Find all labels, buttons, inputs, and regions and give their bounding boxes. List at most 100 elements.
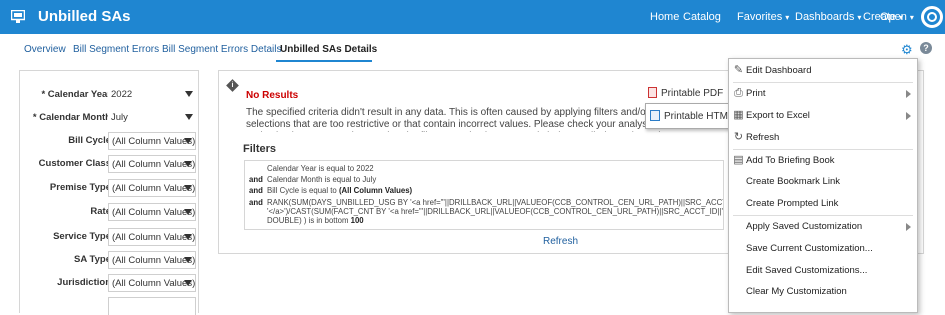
filter-row: DOUBLE) ) is in bottom 100 [267, 216, 364, 225]
dashboard-logo-icon [11, 10, 25, 23]
printable-pdf-link[interactable]: Printable PDF [648, 87, 723, 99]
select-value: (All Column Values) [112, 183, 196, 194]
submenu-arrow-icon [906, 223, 911, 231]
user-account-icon[interactable] [921, 6, 943, 28]
prompt-label: Service Type [53, 231, 111, 242]
dropdown-arrow-icon [184, 161, 192, 167]
pdf-icon [648, 87, 657, 98]
select-value: 2022 [111, 89, 133, 100]
prompt-label: * Calendar Year [41, 89, 111, 100]
menu-item-label: Edit Dashboard [746, 65, 812, 76]
tab-bill-segment-errors[interactable]: Bill Segment Errors [73, 44, 159, 55]
refresh-link[interactable]: Refresh [543, 236, 578, 247]
prompt-jurisdiction: Jurisdiction (All Column Values) [20, 273, 200, 293]
calendar-month-select[interactable]: July [108, 109, 196, 127]
submenu-arrow-icon [906, 112, 911, 120]
menu-item-label: Create Prompted Link [746, 198, 839, 209]
menu-item-refresh[interactable]: ↻ Refresh [729, 128, 917, 148]
prompt-label: Customer Class [38, 158, 111, 169]
tab-bill-segment-errors-details[interactable]: Bill Segment Errors Details [162, 44, 281, 55]
prompt-label: Premise Type [49, 182, 111, 193]
nav-favorites-menu[interactable]: Favorites ▾ [737, 11, 789, 23]
tab-overview[interactable]: Overview [24, 44, 66, 55]
filter-row: and RANK(SUM(DAYS_UNBILLED_USG BY '<a hre… [249, 198, 724, 207]
dropdown-arrow-icon [184, 138, 192, 144]
printer-icon: ⎙ [734, 87, 743, 99]
menu-separator [733, 82, 913, 83]
menu-item-clear-my-customization[interactable]: Clear My Customization [729, 282, 917, 302]
submenu-arrow-icon [906, 90, 911, 98]
filter-row: Calendar Year is equal to 2022 [249, 164, 374, 173]
filter-conjunction: and [249, 175, 263, 184]
prompt-label: SA Type [74, 254, 111, 265]
nav-open-menu-visible[interactable]: Open ▾ [880, 11, 914, 23]
prompt-label: * Calendar Month [32, 112, 111, 123]
prompt-sa-type: SA Type (All Column Values) [20, 250, 200, 270]
select-value: (All Column Values) [112, 136, 196, 147]
menu-item-label: Apply Saved Customization [746, 221, 863, 232]
chevron-down-icon: ▾ [857, 13, 862, 22]
select-value: (All Column Values) [112, 232, 196, 243]
prompt-service-type: Service Type (All Column Values) [20, 227, 200, 247]
menu-separator [733, 149, 913, 150]
printable-html-menu-item[interactable]: Printable HTML [645, 103, 734, 129]
menu-item-label: Refresh [746, 132, 780, 143]
app-title: Unbilled SAs [38, 8, 131, 25]
filter-conjunction: and [249, 186, 263, 195]
menu-item-label: Create Bookmark Link [746, 176, 840, 187]
select-value: (All Column Values) [112, 159, 196, 170]
premise-type-select[interactable]: (All Column Values) [108, 179, 196, 197]
menu-separator [733, 215, 913, 216]
bill-cycle-select[interactable]: (All Column Values) [108, 132, 196, 150]
menu-item-create-prompted-link[interactable]: Create Prompted Link [729, 194, 917, 214]
filter-conjunction: and [249, 198, 263, 207]
printable-html-label: Printable HTML [664, 111, 734, 122]
menu-item-print[interactable]: ⎙ Print [729, 84, 917, 104]
menu-item-label: Clear My Customization [746, 286, 847, 297]
prompt-customer-class: Customer Class (All Column Values) [20, 154, 200, 174]
filter-text: Bill Cycle is equal to [267, 186, 339, 195]
prompt-bill-cycle: Bill Cycle (All Column Values) [20, 131, 200, 151]
calendar-year-select[interactable]: 2022 [108, 86, 196, 104]
jurisdiction-select[interactable]: (All Column Values) [108, 274, 196, 292]
menu-item-apply-saved-customization[interactable]: Apply Saved Customization [729, 217, 917, 237]
menu-item-label: Print [746, 88, 766, 99]
menu-item-label: Save Current Customization... [746, 243, 873, 254]
printable-pdf-label: Printable PDF [661, 88, 724, 99]
tab-unbilled-sas-details[interactable]: Unbilled SAs Details [280, 44, 377, 55]
prompts-panel: * Calendar Year 2022 * Calendar Month Ju… [19, 70, 200, 315]
nav-catalog-link[interactable]: Catalog [683, 11, 721, 23]
sa-type-select[interactable]: (All Column Values) [108, 251, 196, 269]
refresh-icon: ↻ [733, 131, 744, 143]
select-value: (All Column Values) [112, 207, 196, 218]
nav-dashboards-menu[interactable]: Dashboards ▾ [795, 11, 861, 23]
filter-text: DOUBLE) ) is in bottom [267, 216, 351, 225]
extra-prompt-select[interactable] [108, 297, 196, 315]
book-icon: ▤ [733, 154, 744, 166]
menu-item-create-bookmark-link[interactable]: Create Bookmark Link [729, 172, 917, 192]
menu-item-label: Export to Excel [746, 110, 810, 121]
customer-class-select[interactable]: (All Column Values) [108, 155, 196, 173]
filter-row: '</a>')/CAST(SUM(FACT_CNT BY '<a href="'… [267, 207, 723, 216]
menu-item-export-to-excel[interactable]: ▦ Export to Excel [729, 106, 917, 126]
service-type-select[interactable]: (All Column Values) [108, 228, 196, 246]
dropdown-arrow-icon [184, 209, 192, 215]
rate-select[interactable]: (All Column Values) [108, 203, 196, 221]
prompt-calendar-year: * Calendar Year 2022 [20, 85, 200, 105]
menu-item-save-current-customization[interactable]: Save Current Customization... [729, 239, 917, 259]
select-value: July [111, 112, 128, 123]
menu-item-add-to-briefing-book[interactable]: ▤ Add To Briefing Book [729, 151, 917, 171]
gear-icon[interactable]: ⚙ [901, 42, 913, 58]
help-icon[interactable]: ? [920, 42, 932, 54]
chevron-down-icon: ▾ [785, 13, 790, 22]
menu-item-edit-dashboard[interactable]: ✎ Edit Dashboard [729, 61, 917, 81]
menu-item-edit-saved-customizations[interactable]: Edit Saved Customizations... [729, 261, 917, 281]
select-value: (All Column Values) [112, 255, 196, 266]
filter-text: RANK(SUM(DAYS_UNBILLED_USG BY '<a href="… [267, 198, 724, 207]
excel-icon: ▦ [733, 109, 744, 121]
pencil-icon: ✎ [733, 64, 744, 76]
prompt-calendar-month: * Calendar Month July [20, 108, 200, 128]
nav-home-link[interactable]: Home [650, 11, 679, 23]
chevron-down-icon: ▾ [909, 13, 914, 22]
prompt-rate: Rate (All Column Values) [20, 202, 200, 222]
